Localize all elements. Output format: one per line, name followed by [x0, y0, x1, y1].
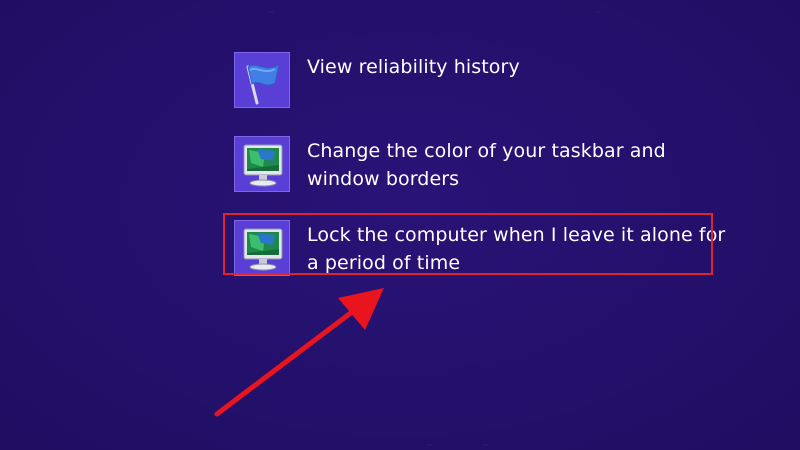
artifact: [482, 444, 488, 446]
monitor-icon: [234, 220, 290, 276]
search-result-lock-computer[interactable]: Lock the computer when I leave it alone …: [226, 220, 727, 290]
search-results-screen: View reliability history Change the colo…: [0, 0, 800, 450]
result-label: Lock the computer when I leave it alone …: [307, 224, 726, 274]
flag-icon: [234, 52, 290, 108]
result-label: View reliability history: [307, 56, 520, 78]
artifact: [426, 444, 432, 446]
artifact: [268, 11, 274, 13]
monitor-icon: [234, 136, 290, 192]
search-results-list: View reliability history Change the colo…: [226, 44, 746, 276]
search-result-reliability-history[interactable]: View reliability history: [226, 52, 746, 122]
search-result-taskbar-color[interactable]: Change the color of your taskbar and win…: [226, 136, 727, 206]
artifact: [595, 11, 601, 13]
result-label: Change the color of your taskbar and win…: [307, 140, 666, 190]
